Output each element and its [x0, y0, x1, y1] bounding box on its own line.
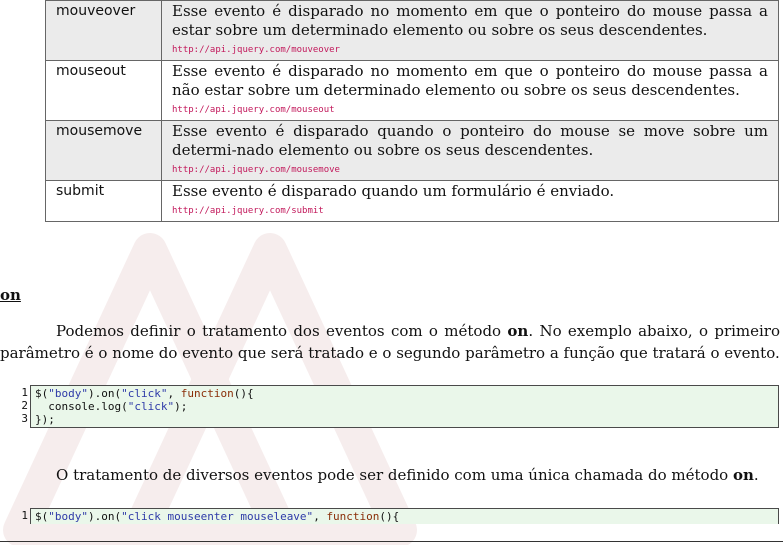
watermark-logo: [3, 233, 417, 545]
event-name: mouseout: [45, 60, 162, 121]
event-description-cell: Esse evento é disparado quando o ponteir…: [161, 120, 779, 181]
method-name: on: [507, 322, 529, 340]
table-row: mouseout Esse evento é disparado no mome…: [45, 60, 779, 121]
event-description-cell: Esse evento é disparado quando um formul…: [161, 180, 779, 222]
line-number: 3: [21, 412, 28, 425]
event-description-cell: Esse evento é disparado no momento em qu…: [161, 0, 779, 61]
table-row: submit Esse evento é disparado quando um…: [45, 180, 779, 222]
code-token: $(: [35, 510, 49, 523]
event-description: Esse evento é disparado no momento em qu…: [172, 62, 768, 99]
code-line: });: [35, 413, 55, 426]
event-description: Esse evento é disparado quando um formul…: [172, 182, 615, 200]
paragraph-multiple-events: O tratamento de diversos eventos pode se…: [0, 464, 780, 486]
code-line: $("body").on("click mouseenter mouseleav…: [35, 510, 774, 523]
line-numbers: 1 2 3: [0, 386, 28, 425]
line-number: 1: [21, 509, 28, 522]
event-description: Esse evento é disparado quando o ponteir…: [172, 122, 768, 159]
paragraph-intro: Podemos definir o tratamento dos eventos…: [0, 320, 780, 364]
code-string: "body": [48, 387, 88, 400]
event-description-cell: Esse evento é disparado no momento em qu…: [161, 60, 779, 121]
code-token: ).on(: [88, 387, 122, 400]
code-string: "click mouseenter mouseleave": [121, 510, 314, 523]
table-row: mouveover Esse evento é disparado no mom…: [45, 0, 779, 61]
line-number: 2: [21, 399, 28, 412]
paragraph-text: Podemos definir o tratamento dos eventos…: [56, 322, 508, 340]
event-doc-link[interactable]: http://api.jquery.com/mouveover: [172, 40, 768, 60]
code-line: console.log("click");: [35, 400, 774, 413]
code-box: $("body").on("click mouseenter mouseleav…: [30, 508, 779, 524]
line-numbers: 1: [0, 509, 28, 522]
code-token: (){: [379, 510, 400, 523]
event-name: mouveover: [45, 0, 162, 61]
code-token: ,: [313, 510, 327, 523]
code-token: console.log(: [35, 400, 128, 413]
line-number: 1: [21, 386, 28, 399]
code-keyword: function: [326, 510, 380, 523]
event-doc-link[interactable]: http://api.jquery.com/mousemove: [172, 160, 768, 180]
page-divider: [0, 541, 783, 542]
events-table: mouveover Esse evento é disparado no mom…: [45, 0, 779, 222]
method-name: on: [732, 466, 754, 484]
code-token: );: [174, 400, 188, 413]
event-doc-link[interactable]: http://api.jquery.com/mouseout: [172, 100, 768, 120]
code-token: ).on(: [88, 510, 122, 523]
code-keyword: function: [180, 387, 234, 400]
section-title: on: [0, 286, 21, 304]
event-description: Esse evento é disparado no momento em qu…: [172, 2, 768, 39]
code-string: "click": [127, 400, 175, 413]
table-row: mousemove Esse evento é disparado quando…: [45, 120, 779, 181]
event-name: submit: [45, 180, 162, 222]
code-string: "click": [121, 387, 168, 400]
code-token: $(: [35, 387, 49, 400]
paragraph-text: .: [753, 466, 759, 484]
event-name: mousemove: [45, 120, 162, 181]
event-doc-link[interactable]: http://api.jquery.com/submit: [172, 201, 768, 221]
code-string: "body": [48, 510, 88, 523]
code-line: $("body").on("click", function(){: [35, 387, 774, 400]
code-token: ,: [167, 387, 181, 400]
code-box: $("body").on("click", function(){ consol…: [30, 385, 779, 428]
paragraph-text: O tratamento de diversos eventos pode se…: [56, 466, 733, 484]
code-token: (){: [233, 387, 254, 400]
